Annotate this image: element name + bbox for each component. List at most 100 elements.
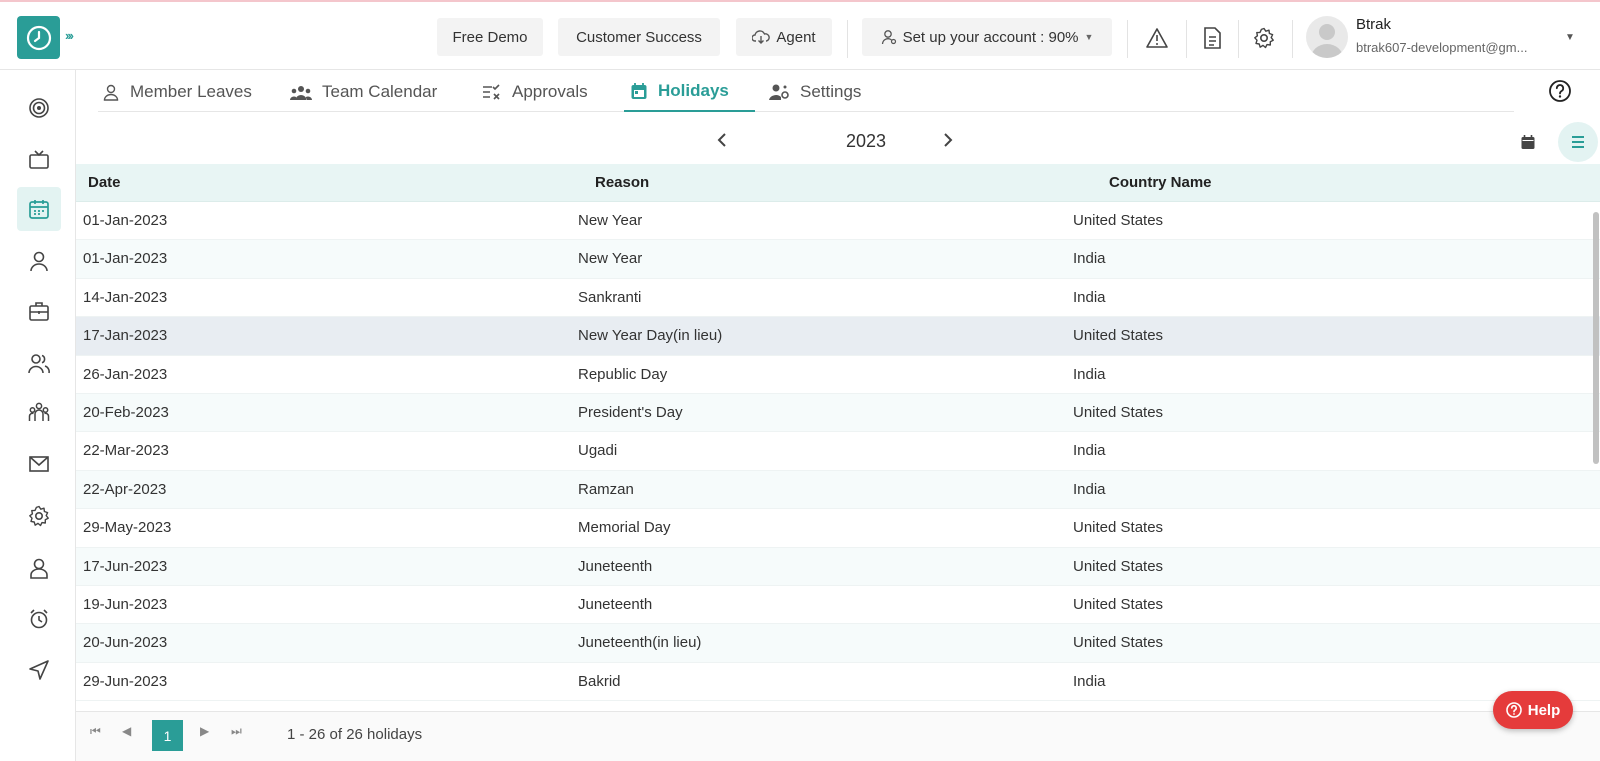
tab-member-leaves[interactable]: Member Leaves [102,72,252,112]
divider [1238,20,1239,58]
cell-date: 20-Jun-2023 [83,634,168,652]
sidebar-item-users[interactable] [17,341,61,385]
scrollbar-thumb[interactable] [1593,212,1599,464]
cell-country: India [1073,672,1106,690]
table-row[interactable]: 01-Jan-2023 New Year India [76,240,1600,279]
column-header-reason[interactable]: Reason [595,174,649,191]
sidebar-item-send[interactable] [17,648,61,692]
chevron-right-icon[interactable] [942,130,954,156]
tab-bar: Member Leaves Team Calendar Approvals Ho… [98,72,1514,112]
column-header-country[interactable]: Country Name [1109,174,1212,191]
cell-country: United States [1073,212,1164,229]
cell-reason: Republic Day [578,365,668,383]
cell-date: 22-Mar-2023 [83,442,169,460]
cell-reason: President's Day [578,403,683,421]
tab-label: Settings [800,82,862,101]
list-view-icon[interactable] [1558,122,1598,162]
prev-page-icon[interactable]: ◀ [122,724,131,738]
table-row[interactable]: 14-Jan-2023 Sankranti India [76,279,1600,318]
cell-reason: Ramzan [578,480,634,498]
tv-icon [29,150,49,169]
cell-reason: Bakrid [578,672,621,690]
cell-country: India [1073,250,1106,268]
warning-icon[interactable] [1144,25,1170,51]
cell-date: 01-Jan-2023 [83,250,168,268]
tab-settings[interactable]: Settings [768,72,861,112]
app-logo-icon[interactable] [17,16,60,59]
cell-reason: Memorial Day [578,519,671,537]
help-button[interactable]: Help [1493,691,1573,729]
briefcase-icon [29,302,49,321]
tab-label: Holidays [658,81,729,100]
table-row[interactable]: 29-Jun-2023 Bakrid India [76,663,1600,702]
table-row[interactable]: 01-Jan-2023 New Year United States [76,202,1600,241]
alarm-clock-icon [30,609,48,629]
target-icon [29,98,49,118]
expand-sidebar-icon[interactable]: ››› [65,28,74,43]
sidebar-item-mail[interactable] [17,442,61,486]
sidebar-item-leaves[interactable] [17,187,61,231]
cell-date: 20-Feb-2023 [83,403,169,421]
tab-team-calendar[interactable]: Team Calendar [290,72,437,112]
cell-country: United States [1073,519,1164,537]
sidebar-item-profile[interactable] [17,239,61,283]
user-name: Btrak [1356,16,1392,33]
user-settings-icon [881,30,896,45]
cell-country: United States [1073,557,1164,575]
divider [1186,20,1187,58]
cell-date: 29-May-2023 [83,519,172,537]
question-icon[interactable] [1548,79,1572,108]
document-icon[interactable] [1199,25,1225,51]
table-row[interactable]: 22-Mar-2023 Ugadi India [76,432,1600,471]
table-row[interactable]: 19-Jun-2023 Juneteenth United States [76,586,1600,625]
tab-approvals[interactable]: Approvals [482,72,588,112]
users-icon [28,354,50,374]
cell-reason: Juneteenth [578,595,653,613]
customer-success-button[interactable]: Customer Success [558,18,720,56]
cell-reason: Juneteenth(in lieu) [578,634,702,652]
table-row[interactable]: 17-Jun-2023 Juneteenth United States [76,547,1600,586]
calendar-view-icon[interactable] [1516,130,1540,154]
cell-date: 29-Jun-2023 [83,672,168,690]
team-icon [290,86,312,100]
chevron-down-icon[interactable]: ▼ [1565,32,1575,43]
current-page-button[interactable]: 1 [152,720,183,751]
sidebar-item-settings[interactable] [17,494,61,538]
setup-account-dropdown[interactable]: Set up your account : 90% ▼ [862,18,1112,56]
free-demo-button[interactable]: Free Demo [437,18,543,56]
cell-country: India [1073,480,1106,498]
sidebar-item-alarm[interactable] [17,597,61,641]
cell-country: India [1073,442,1106,460]
sidebar [0,70,76,761]
cell-date: 14-Jan-2023 [83,288,168,306]
sidebar-item-employee[interactable] [17,546,61,590]
calendar-icon [29,200,49,219]
user-email: btrak607-development@gm... [1356,40,1528,55]
table-row[interactable]: 22-Apr-2023 Ramzan India [76,470,1600,510]
table-row[interactable]: 29-May-2023 Memorial Day United States [76,509,1600,548]
cell-reason: Juneteenth [578,557,653,575]
column-header-date[interactable]: Date [88,174,121,191]
first-page-icon[interactable]: ⏮ [90,724,101,739]
sidebar-item-tv[interactable] [17,138,61,182]
divider [847,20,848,58]
next-page-icon[interactable]: ▶ [200,724,209,738]
gear-icon[interactable] [1251,25,1277,51]
send-icon [29,660,49,680]
approvals-icon [483,84,500,100]
sidebar-item-projects[interactable] [17,289,61,333]
tab-holidays[interactable]: Holidays [624,72,755,112]
table-row[interactable]: 20-Feb-2023 President's Day United States [76,393,1600,433]
table-row[interactable]: 20-Jun-2023 Juneteenth(in lieu) United Sta… [76,624,1600,663]
chevron-left-icon[interactable] [716,130,728,156]
sidebar-item-dashboard[interactable] [17,86,61,130]
table-row[interactable]: 26-Jan-2023 Republic Day India [76,356,1600,394]
agent-button[interactable]: Agent [736,18,832,56]
cell-country: United States [1073,634,1164,652]
table-row[interactable]: 17-Jan-2023 New Year Day(in lieu) United S… [76,317,1600,356]
chevron-down-icon: ▼ [1084,32,1094,42]
sidebar-item-teams[interactable] [17,390,61,434]
free-demo-label: Free Demo [452,28,528,46]
last-page-icon[interactable]: ⏭ [231,724,242,739]
avatar[interactable] [1306,16,1348,58]
